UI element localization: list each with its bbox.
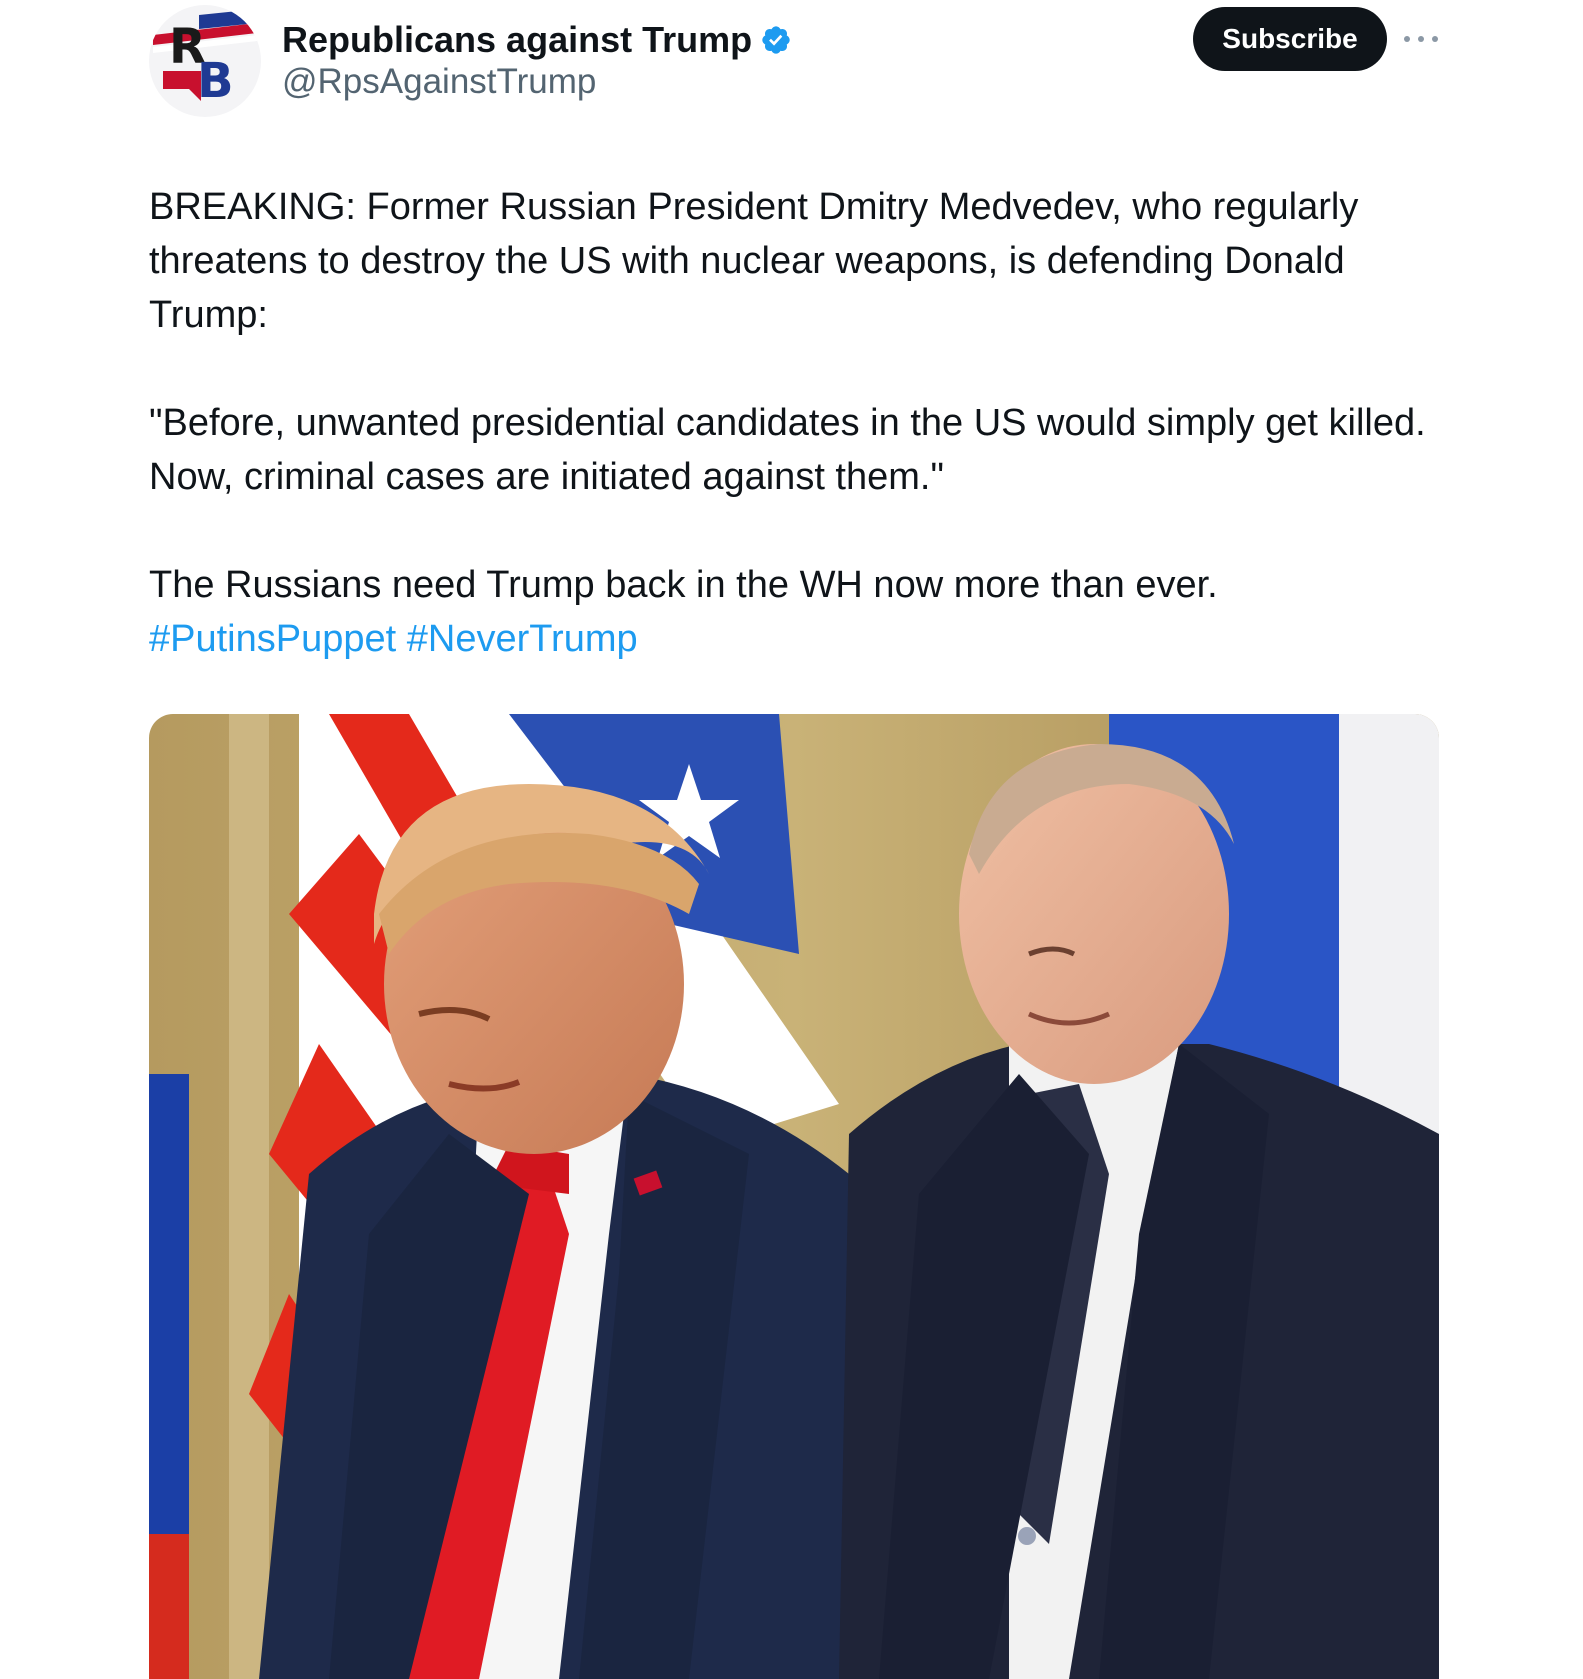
two-men-in-suits-photo: [149, 714, 1439, 1679]
hashtag-line: #PutinsPuppet #NeverTrump: [149, 612, 1449, 666]
tweet-paragraph: The Russians need Trump back in the WH n…: [149, 564, 1218, 606]
tweet-paragraph: BREAKING: Former Russian President Dmitr…: [149, 186, 1359, 336]
tweet-media-photo[interactable]: [149, 714, 1439, 1679]
avatar[interactable]: R B: [149, 5, 261, 117]
display-name[interactable]: Republicans against Trump: [282, 19, 752, 61]
hashtag-link[interactable]: #NeverTrump: [407, 618, 638, 660]
republicans-against-trump-logo-icon: R B: [149, 5, 261, 117]
author-handle[interactable]: @RpsAgainstTrump: [282, 62, 596, 102]
hashtag-link[interactable]: #PutinsPuppet: [149, 618, 396, 660]
author-name-row[interactable]: Republicans against Trump: [282, 14, 792, 66]
tweet-text: BREAKING: Former Russian President Dmitr…: [149, 180, 1449, 666]
svg-text:B: B: [197, 53, 234, 109]
verified-badge-icon: [762, 26, 790, 54]
tweet-paragraph: "Before, unwanted presidential candidate…: [149, 402, 1426, 498]
subscribe-button[interactable]: Subscribe: [1193, 7, 1387, 71]
more-options-icon[interactable]: [1404, 24, 1438, 54]
